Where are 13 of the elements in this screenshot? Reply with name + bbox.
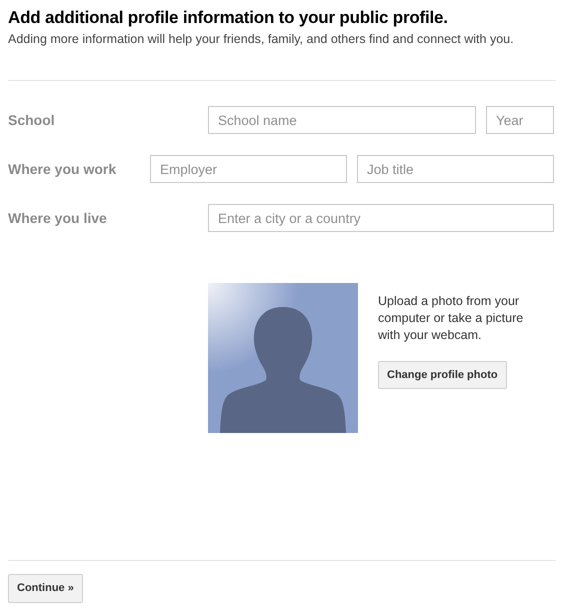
change-photo-button[interactable]: Change profile photo bbox=[378, 361, 507, 389]
field-label: School bbox=[8, 110, 56, 130]
page-title: Add additional profile information to your public profile. bbox=[8, 8, 449, 28]
input-field[interactable]: Employer bbox=[150, 155, 347, 183]
continue-button[interactable]: Continue » bbox=[8, 574, 83, 603]
input-field[interactable]: School name bbox=[208, 106, 476, 134]
photo-description: Upload a photo from your computer or take a picture with your webcam. bbox=[378, 293, 524, 344]
input-field[interactable]: Enter a city or a country bbox=[208, 204, 554, 232]
page-subtitle: Adding more information will help your friends, family, and others find and connect with you. bbox=[8, 31, 515, 47]
input-field[interactable]: Year bbox=[486, 106, 554, 134]
field-label: Where you live bbox=[8, 208, 108, 228]
input-field[interactable]: Job title bbox=[357, 155, 554, 183]
field-label: Where you work bbox=[8, 160, 118, 179]
